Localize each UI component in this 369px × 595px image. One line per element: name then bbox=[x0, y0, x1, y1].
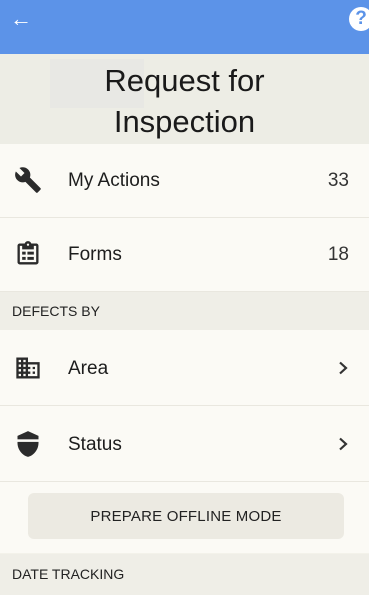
prepare-offline-mode-button[interactable]: PREPARE OFFLINE MODE bbox=[28, 493, 344, 539]
arrow-left-icon[interactable]: ← bbox=[10, 8, 32, 30]
offline-mode-area: PREPARE OFFLINE MODE bbox=[0, 482, 369, 553]
menu-item-label: Status bbox=[68, 434, 122, 455]
chevron-right-icon bbox=[339, 437, 348, 451]
menu-item-label: Forms bbox=[68, 244, 122, 265]
clipboard-icon bbox=[17, 241, 39, 265]
question-mark-icon[interactable]: ? bbox=[349, 7, 369, 31]
menu-item-count: 18 bbox=[327, 244, 349, 265]
menu-item-label: My Actions bbox=[68, 170, 160, 191]
section-header-defects-by: DEFECTS BY bbox=[0, 292, 369, 330]
menu-item-area[interactable]: Area bbox=[0, 330, 369, 406]
page-title: Request for Inspection bbox=[104, 63, 265, 139]
menu-item-status[interactable]: Status bbox=[0, 406, 369, 482]
building-icon bbox=[16, 357, 40, 379]
section-header-date-tracking: DATE TRACKING bbox=[0, 554, 369, 595]
title-area: Request for Inspection bbox=[0, 54, 369, 144]
wrench-icon bbox=[15, 167, 41, 193]
menu-item-count: 33 bbox=[327, 170, 349, 191]
menu-item-my-actions[interactable]: My Actions 33 bbox=[0, 144, 369, 218]
chevron-right-icon bbox=[339, 361, 348, 375]
shield-icon bbox=[16, 431, 40, 457]
menu-item-forms[interactable]: Forms 18 bbox=[0, 218, 369, 292]
menu-item-label: Area bbox=[68, 358, 109, 379]
top-app-bar: ← ? bbox=[0, 0, 369, 54]
